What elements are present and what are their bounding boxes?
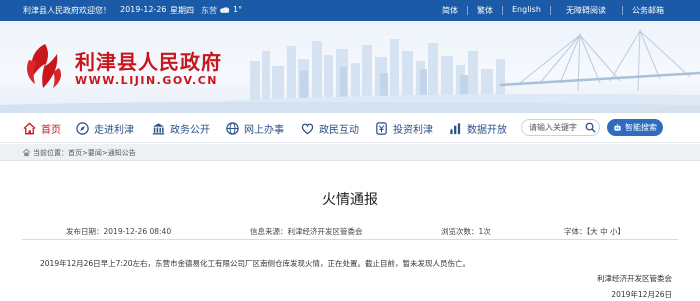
- location-home-icon: [22, 148, 31, 157]
- font-size-medium[interactable]: 中: [600, 227, 608, 236]
- header-banner: 利津县人民政府 WWW.LIJIN.GOV.CN: [0, 21, 700, 113]
- welcome-text: 利津县人民政府欢迎您！: [23, 6, 111, 15]
- breadcrumb-trail: 当前位置：首页>要闻>通知公告: [33, 148, 136, 158]
- home-icon: [23, 121, 36, 134]
- smart-search-label: 智能搜索: [625, 123, 657, 132]
- robot-icon: [614, 123, 621, 131]
- link-simplified[interactable]: 简体: [442, 5, 458, 16]
- views-value: 1次: [478, 227, 491, 236]
- nav-item-gov-affairs[interactable]: 政务公开: [151, 113, 210, 143]
- nav-label: 首页: [41, 124, 61, 136]
- weather-city: 东营: [201, 6, 217, 15]
- link-traditional[interactable]: 繁体: [477, 5, 493, 16]
- font-size-switcher: 字体：【大 中 小】: [564, 227, 626, 236]
- source-label: 信息来源：: [250, 227, 288, 236]
- nav-item-online-services[interactable]: 网上办事: [225, 113, 284, 143]
- article-title: 火情通报: [322, 192, 378, 208]
- cloud-icon: [220, 7, 230, 13]
- font-size-small[interactable]: 小: [610, 227, 618, 236]
- publish-label: 发布日期：: [66, 227, 104, 236]
- nav-label: 数据开放: [467, 124, 507, 136]
- publish-date: 发布日期：2019-12-26 08:40: [66, 226, 171, 237]
- divider: [22, 239, 678, 240]
- site-url: WWW.LIJIN.GOV.CN: [75, 74, 218, 87]
- nav-item-open-data[interactable]: 数据开放: [448, 113, 507, 143]
- bar-chart-icon: [450, 122, 461, 134]
- site-name: 利津县人民政府: [75, 50, 222, 74]
- divider: [550, 6, 551, 15]
- nav-item-investment[interactable]: 投资利津: [374, 113, 433, 143]
- nav-item-interaction[interactable]: 政民互动: [300, 113, 359, 143]
- nav-item-about[interactable]: 走进利津: [75, 113, 134, 143]
- nav-label: 政民互动: [319, 124, 359, 136]
- views-label: 浏览次数：: [441, 227, 479, 236]
- weather-temperature: 1°: [233, 5, 243, 14]
- publish-value: 2019-12-26 08:40: [103, 227, 172, 236]
- divider: [467, 6, 468, 15]
- breadcrumb-home[interactable]: 首页: [68, 149, 82, 157]
- smart-search-button[interactable]: 智能搜索: [607, 119, 663, 136]
- link-accessibility[interactable]: 无障碍阅读: [566, 5, 606, 16]
- article-paragraph: 2019年12月26日早上7:20左右，东营市金德易化工有限公司厂区南侧仓库发现…: [40, 259, 471, 268]
- breadcrumb: 当前位置：首页>要闻>通知公告: [0, 144, 700, 161]
- breadcrumb-news[interactable]: 要闻: [88, 149, 102, 157]
- link-english[interactable]: English: [512, 5, 541, 14]
- link-gov-mail[interactable]: 公务邮箱: [632, 5, 664, 16]
- heart-icon: [301, 123, 314, 134]
- nav-label: 投资利津: [393, 124, 433, 136]
- breadcrumb-notices[interactable]: 通知公告: [108, 149, 136, 157]
- signature-date: 2019年12月26日: [611, 290, 672, 299]
- city-logo-emblem: [27, 44, 61, 88]
- signature-org: 利津经济开发区管委会: [597, 274, 672, 283]
- top-bar: 利津县人民政府欢迎您！ 2019-12-26 星期四 东营 1° 简体 繁体 E…: [0, 0, 700, 21]
- nav-label: 政务公开: [170, 124, 210, 136]
- building-icon: [152, 122, 165, 134]
- search-icon[interactable]: [585, 122, 596, 133]
- divider: [622, 6, 623, 15]
- coin-icon: [376, 121, 387, 135]
- divider: [502, 6, 503, 15]
- compass-icon: [76, 121, 89, 135]
- nav-label: 走进利津: [94, 124, 134, 136]
- view-count: 浏览次数：1次: [441, 226, 491, 237]
- font-label: 字体：: [564, 227, 587, 236]
- breadcrumb-prefix: 当前位置：: [33, 149, 68, 157]
- font-size-large[interactable]: 大: [590, 227, 598, 236]
- info-source: 信息来源：利津经济开发区管委会: [250, 226, 363, 237]
- globe-icon: [226, 121, 239, 135]
- nav-item-home[interactable]: 首页: [22, 113, 61, 143]
- current-date: 2019-12-26: [120, 5, 167, 14]
- source-value: 利津经济开发区管委会: [287, 227, 363, 236]
- current-weekday: 星期四: [170, 6, 194, 15]
- nav-label: 网上办事: [244, 124, 284, 136]
